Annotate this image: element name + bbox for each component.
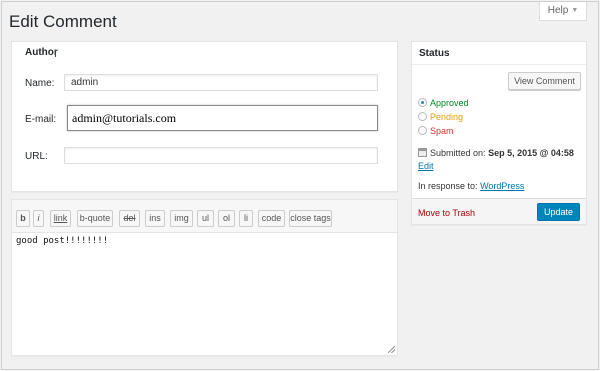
spam-label: Spam [430,126,454,136]
email-input[interactable]: admin@tutorials.com [67,105,378,131]
url-label: URL: [25,151,48,162]
code-button[interactable]: code [258,210,285,227]
status-box: Status View Comment Approved Pending Spa… [411,41,587,225]
img-button[interactable]: img [170,210,193,227]
name-input[interactable]: admin [64,74,378,91]
ol-button[interactable]: ol [218,210,235,227]
status-footer: Move to Trash Update [412,198,586,224]
ins-button[interactable]: ins [145,210,165,227]
comment-editor: b i link b-quote del ins img ul ol li co… [11,199,398,356]
radio-icon[interactable] [418,126,427,135]
help-tab[interactable]: Help ▼ [539,2,587,21]
status-title: Status [419,48,450,59]
submitted-on: Submitted on: Sep 5, 2015 @ 04:58 [418,148,574,158]
in-response: In response to: WordPress [418,181,524,191]
in-response-link[interactable]: WordPress [480,181,524,191]
status-approved-option[interactable]: Approved [418,98,469,108]
url-input[interactable] [64,147,378,164]
caret-down-icon: ▼ [571,7,579,14]
status-pending-option[interactable]: Pending [418,112,463,122]
comment-textarea[interactable]: good post!!!!!!!! [16,236,108,246]
page-title: Edit Comment [9,12,117,31]
pending-label: Pending [430,112,464,122]
link-button[interactable]: link [50,210,71,227]
author-title: Author [25,47,58,58]
help-label: Help [547,5,569,16]
edit-date-link[interactable]: Edit [418,161,434,171]
radio-checked-icon[interactable] [418,98,427,107]
italic-button[interactable]: i [33,210,44,227]
quicktags-toolbar: b i link b-quote del ins img ul ol li co… [12,200,397,233]
text-cursor-icon: I [54,48,58,60]
move-to-trash-link[interactable]: Move to Trash [418,208,475,218]
radio-icon[interactable] [418,112,427,121]
submitted-date: Sep 5, 2015 @ 04:58 [488,148,574,158]
email-label: E-mail: [25,114,57,125]
approved-label: Approved [430,98,469,108]
del-button[interactable]: del [119,210,140,227]
author-box: Author I Name: admin E-mail: admin@tutor… [11,41,398,192]
view-comment-button[interactable]: View Comment [508,72,581,90]
blockquote-button[interactable]: b-quote [77,210,113,227]
bold-button[interactable]: b [16,210,30,227]
status-spam-option[interactable]: Spam [418,126,454,136]
ul-button[interactable]: ul [197,210,214,227]
in-response-prefix: In response to: [418,181,478,191]
submitted-prefix: Submitted on: [430,148,486,158]
name-label: Name: [25,78,55,89]
resize-handle-icon[interactable] [388,346,395,353]
close-tags-button[interactable]: close tags [289,210,332,227]
divider [412,64,586,65]
update-button[interactable]: Update [537,203,580,221]
li-button[interactable]: li [239,210,253,227]
calendar-icon [418,148,427,157]
